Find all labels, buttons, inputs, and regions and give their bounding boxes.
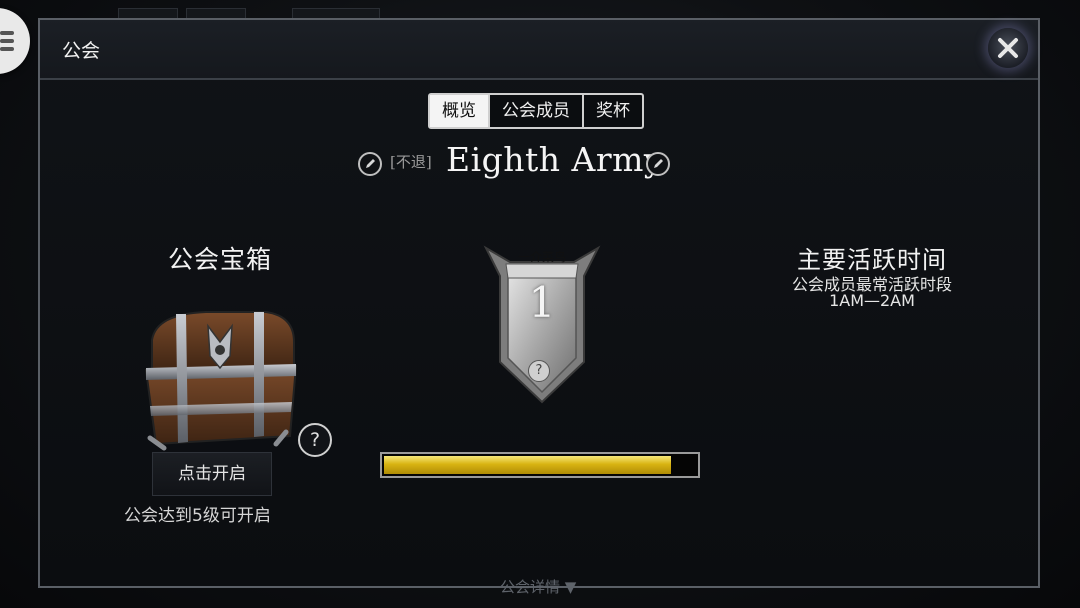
active-time-value: 1AM—2AM: [829, 291, 915, 310]
guild-dialog: 公会 概览 公会成员 奖杯 [不退] Eighth Army 公会宝箱 ? 点击…: [38, 18, 1040, 596]
edit-name-button[interactable]: [646, 152, 670, 176]
menu-bar-icon: [0, 39, 14, 43]
edit-tag-button[interactable]: [358, 152, 382, 176]
guild-xp-bar: [380, 452, 700, 478]
menu-bar-icon: [0, 47, 14, 51]
pencil-icon: [654, 159, 663, 168]
menu-bar-icon: [0, 31, 14, 35]
game-screen: 公会 概览 公会成员 奖杯 [不退] Eighth Army 公会宝箱 ? 点击…: [0, 0, 1080, 608]
close-icon: [998, 38, 1018, 58]
guild-tag: [不退]: [390, 153, 432, 171]
guild-details-link[interactable]: 公会详情 ▼: [500, 576, 576, 597]
pencil-icon: [366, 159, 375, 168]
tab-overview[interactable]: 概览: [430, 95, 490, 127]
chest-unlock-note: 公会达到5级可开启: [124, 506, 271, 526]
guild-xp-fill: [384, 456, 671, 474]
chest-title: 公会宝箱: [168, 245, 273, 274]
dialog-title: 公会: [62, 40, 101, 62]
chest-help-button[interactable]: ?: [298, 423, 332, 457]
open-chest-button[interactable]: 点击开启: [152, 452, 272, 496]
tab-trophies[interactable]: 奖杯: [584, 95, 642, 127]
rank-level: 1: [528, 278, 556, 327]
active-time-title: 主要活跃时间: [797, 246, 947, 274]
dialog-header: 公会: [40, 20, 1038, 80]
tab-bar: 概览 公会成员 奖杯: [428, 93, 644, 129]
rank-title: 一介菜鸟: [517, 250, 566, 264]
tab-members[interactable]: 公会成员: [490, 95, 584, 127]
close-button[interactable]: [988, 28, 1028, 68]
treasure-chest-icon: [144, 311, 298, 451]
guild-name: Eighth Army: [446, 140, 664, 179]
rank-help-button[interactable]: ?: [528, 360, 550, 382]
menu-button[interactable]: [0, 8, 30, 74]
